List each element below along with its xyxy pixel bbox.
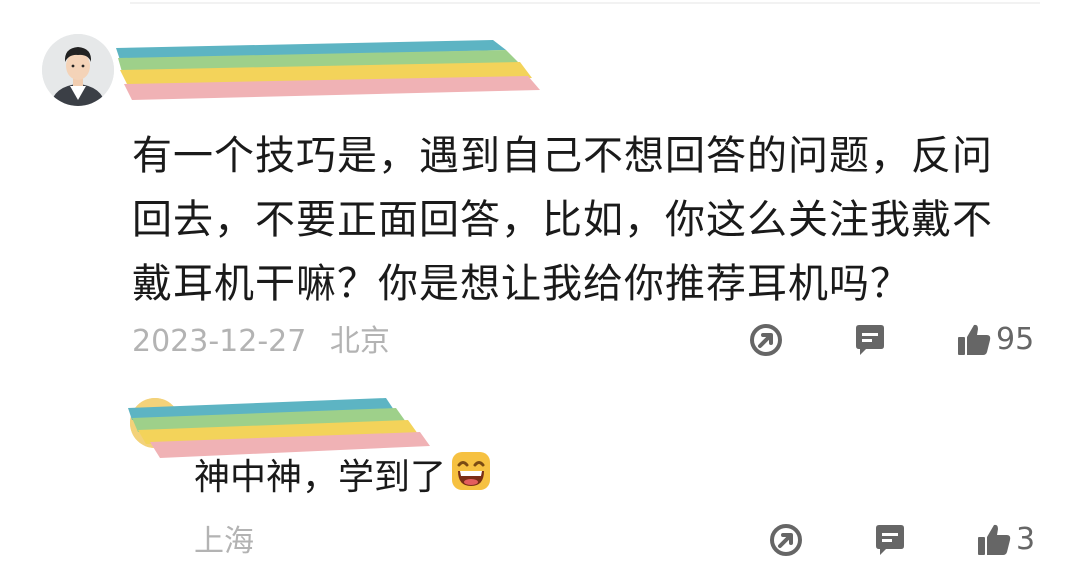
comment-date: 2023-12-27 [132, 324, 307, 359]
share-icon [750, 324, 782, 356]
comment-location: 北京 [329, 324, 390, 359]
comment-meta: 2023-12-27 北京 [132, 320, 390, 364]
comment-icon [876, 525, 904, 555]
reply-share-button[interactable] [768, 522, 804, 558]
grinning-face-emoji [450, 450, 492, 506]
user-avatar[interactable] [42, 34, 114, 106]
avatar-illustration [42, 34, 114, 106]
name-redaction-rainbow [116, 40, 540, 100]
comment-body: 有一个技巧是，遇到自己不想回答的问题，反问回去，不要正面回答，比如，你这么关注我… [132, 133, 993, 307]
share-button[interactable] [748, 322, 784, 358]
top-divider [130, 2, 1040, 4]
comment-icon [856, 325, 884, 355]
reply-button[interactable] [852, 322, 888, 358]
reply-like-button[interactable]: 3 [976, 520, 1035, 560]
reply-text: 神中神，学到了 [194, 457, 447, 498]
reply-body: 神中神，学到了 [194, 450, 492, 506]
reply-comment-button[interactable] [872, 522, 908, 558]
thumbs-up-icon [958, 324, 991, 355]
reply-location: 上海 [194, 524, 254, 559]
reply-like-count: 3 [1016, 522, 1036, 557]
like-button[interactable]: 95 [956, 320, 1034, 360]
thumbs-up-icon [978, 524, 1011, 555]
share-icon [770, 524, 802, 556]
like-count: 95 [996, 322, 1035, 357]
